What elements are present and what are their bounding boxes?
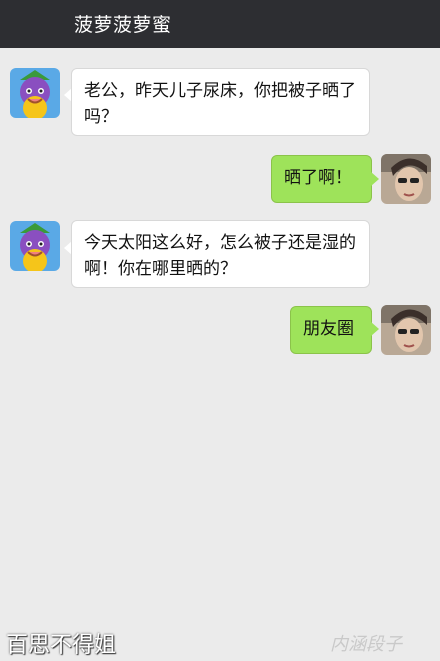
chat-header: 菠萝菠萝蜜 — [0, 0, 440, 48]
self-avatar[interactable] — [381, 154, 431, 204]
contact-avatar[interactable] — [10, 221, 60, 271]
message-bubble-outgoing[interactable]: 晒了啊！ — [271, 155, 372, 203]
bubble-tail — [371, 172, 379, 186]
person-photo-icon — [381, 154, 431, 204]
cartoon-avatar-icon — [10, 68, 60, 118]
person-photo-icon — [381, 305, 431, 355]
message-text: 朋友圈 — [303, 319, 354, 339]
message-text: 晒了啊！ — [284, 168, 352, 188]
message-bubble-outgoing[interactable]: 朋友圈 — [290, 306, 372, 354]
message-bubble-incoming[interactable]: 老公，昨天儿子尿床，你把被子晒了吗？ — [71, 68, 370, 136]
chat-title: 菠萝菠萝蜜 — [74, 14, 172, 36]
cartoon-avatar-icon — [10, 221, 60, 271]
self-avatar[interactable] — [381, 305, 431, 355]
message-bubble-incoming[interactable]: 今天太阳这么好，怎么被子还是湿的啊！你在哪里晒的？ — [71, 220, 370, 288]
bubble-tail — [371, 322, 379, 336]
watermark-right: 内涵段子 — [330, 634, 402, 655]
watermark-left: 百思不得姐 — [6, 633, 117, 658]
message-text: 老公，昨天儿子尿床，你把被子晒了吗？ — [84, 81, 356, 127]
message-text: 今天太阳这么好，怎么被子还是湿的啊！你在哪里晒的？ — [84, 233, 356, 279]
contact-avatar[interactable] — [10, 68, 60, 118]
